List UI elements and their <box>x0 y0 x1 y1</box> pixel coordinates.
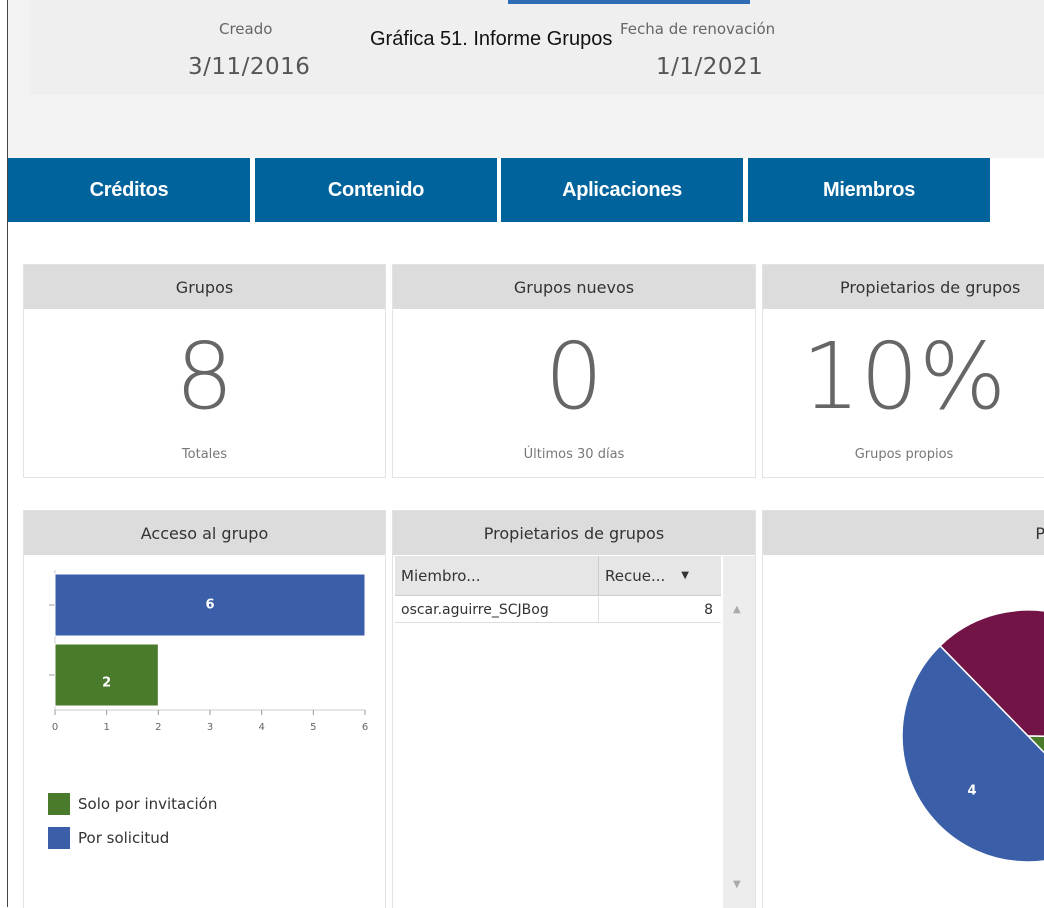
created-label: Creado <box>219 20 273 38</box>
legend-swatch <box>48 827 70 849</box>
column-header-member[interactable]: Miembro... <box>395 556 599 596</box>
pie-chart: 314 <box>901 609 1044 863</box>
card-title: Grupos <box>24 265 385 309</box>
group-header: Creado 3/11/2016 Fecha de renovación 1/1… <box>8 0 1044 158</box>
sort-desc-icon[interactable]: ▼ <box>681 570 689 581</box>
stat-caption: Últimos 30 días <box>523 447 625 462</box>
x-tick-label: 2 <box>155 722 161 733</box>
stat-value: 10% <box>801 323 1007 430</box>
card-title: Propietarios de grupos <box>763 265 1044 309</box>
tab-contenido[interactable]: Contenido <box>255 158 497 222</box>
x-tick-label: 5 <box>310 722 316 733</box>
x-tick-label: 3 <box>207 722 213 733</box>
renewal-value: 1/1/2021 <box>656 54 764 80</box>
legend-label: Solo por invitación <box>78 795 218 813</box>
x-tick-label: 4 <box>258 722 264 733</box>
bar-data-label: 2 <box>102 676 111 691</box>
stat-value: 8 <box>175 323 234 430</box>
legend-label: Por solicitud <box>78 829 170 847</box>
card-title: Acceso al grupo <box>24 511 385 555</box>
stat-card-propietarios: Propietarios de grupos 10% Grupos propio… <box>762 264 1044 478</box>
x-tick-label: 1 <box>103 722 109 733</box>
x-tick-label: 0 <box>52 722 58 733</box>
stat-value: 0 <box>544 323 604 430</box>
figure-caption: Gráfica 51. Informe Grupos <box>370 28 613 50</box>
x-tick-label: 6 <box>362 722 368 733</box>
bar-data-label: 6 <box>205 598 214 613</box>
legend-item-invitacion: Solo por invitación <box>48 793 217 815</box>
scroll-down-icon[interactable]: ▼ <box>733 879 741 890</box>
owners-table-card: Propietarios de grupos Miembro... Recue.… <box>392 510 756 908</box>
column-header-count[interactable]: Recue... ▼ <box>599 556 721 596</box>
tab-miembros[interactable]: Miembros <box>748 158 990 222</box>
scroll-up-icon[interactable]: ▲ <box>733 604 741 615</box>
legend-item-solicitud: Por solicitud <box>48 827 169 849</box>
pie-data-label: 4 <box>968 784 977 799</box>
tab-creditos[interactable]: Créditos <box>8 158 250 222</box>
stat-caption: Grupos propios <box>854 447 954 462</box>
column-header-label: Recue... <box>605 566 666 585</box>
access-card: Acceso al grupo 6 2 0 1 2 3 4 5 6 Solo por invit… <box>23 510 386 908</box>
card-title: P <box>763 511 1044 555</box>
stat-card-grupos-nuevos: Grupos nuevos 0 Últimos 30 días <box>392 264 756 478</box>
card-title: Propietarios de grupos <box>393 511 755 555</box>
access-bar-chart: 6 2 0 1 2 3 4 5 6 <box>49 570 368 733</box>
stat-caption: Totales <box>181 447 228 462</box>
created-value: 3/11/2016 <box>188 54 311 80</box>
table-cell-member: oscar.aguirre_SCJBog <box>395 597 599 623</box>
column-header-label: Miembro... <box>401 566 481 585</box>
table-cell-count: 8 <box>599 597 721 623</box>
pie-card: P 314 <box>762 510 1044 908</box>
tab-aplicaciones[interactable]: Aplicaciones <box>501 158 743 222</box>
renewal-label: Fecha de renovación <box>620 20 776 38</box>
header-accent-bar <box>508 0 750 4</box>
card-title: Grupos nuevos <box>393 265 755 309</box>
legend-swatch <box>48 793 70 815</box>
stat-card-grupos: Grupos 8 Totales <box>23 264 386 478</box>
table-scrollbar[interactable]: ▲ ▼ <box>723 556 755 908</box>
